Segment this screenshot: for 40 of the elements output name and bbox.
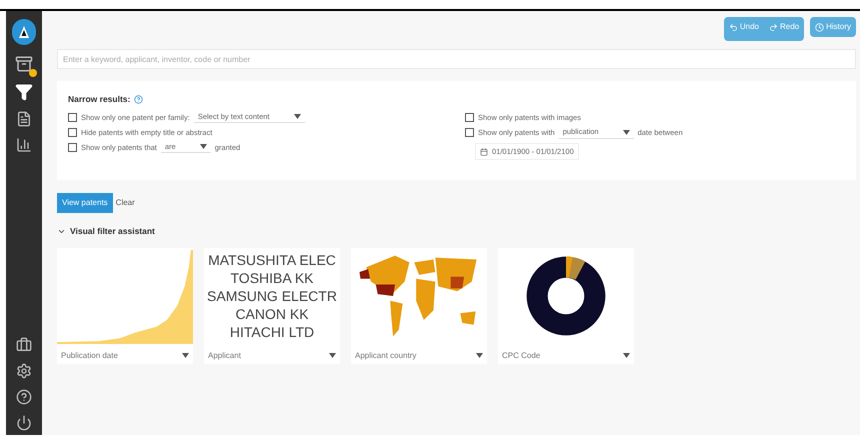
section-toggle[interactable]: Visual filter assistant — [57, 225, 856, 238]
checkbox[interactable] — [465, 113, 474, 122]
word-cloud-term[interactable]: TOSHIBA KK — [230, 268, 314, 287]
checkbox[interactable] — [465, 128, 474, 137]
help-icon[interactable] — [16, 389, 32, 405]
dropdown[interactable]: Applicant country — [351, 348, 487, 364]
word-cloud-term[interactable]: SAMSUNG ELECTR — [207, 286, 337, 305]
help-icon[interactable] — [134, 94, 144, 104]
word-cloud-term[interactable]: HITACHI LTD — [230, 322, 314, 341]
search-field[interactable]: Enter a keyword, applicant, inventor, code or number — [57, 49, 856, 69]
word-cloud-term[interactable]: MATSUSHITA ELEC — [208, 250, 336, 269]
undo-icon — [728, 22, 738, 32]
dropdown[interactable]: CPC Code — [498, 348, 634, 364]
caret-icon — [622, 130, 630, 134]
caret-icon — [294, 114, 301, 120]
redo-icon — [768, 22, 778, 32]
view-patents-button[interactable]: View patents — [57, 193, 113, 213]
caret-icon — [476, 353, 483, 358]
filter-icon[interactable] — [15, 83, 33, 101]
caret-icon — [329, 353, 336, 358]
dropdown[interactable]: Applicant — [204, 348, 340, 364]
chart-icon[interactable] — [16, 137, 32, 153]
document-icon[interactable] — [16, 111, 32, 127]
power-icon[interactable] — [16, 415, 32, 431]
clear-button[interactable]: Clear — [116, 197, 135, 209]
dropdown[interactable]: Publication date — [57, 348, 193, 364]
briefcase-icon[interactable] — [16, 337, 32, 353]
archive-icon[interactable] — [15, 55, 33, 73]
caret-icon — [623, 353, 630, 358]
clock-icon — [815, 22, 824, 32]
settings-icon[interactable] — [16, 363, 32, 379]
calendar-icon — [480, 148, 488, 156]
logo-icon[interactable] — [12, 19, 36, 45]
checkbox[interactable] — [68, 112, 77, 122]
checkbox[interactable] — [68, 142, 77, 152]
caret-icon — [182, 353, 189, 358]
caret-icon — [200, 144, 207, 150]
checkbox[interactable] — [68, 128, 77, 137]
panel-title: Narrow results: — [68, 93, 130, 106]
word-cloud-term[interactable]: CANON KK — [235, 304, 309, 323]
